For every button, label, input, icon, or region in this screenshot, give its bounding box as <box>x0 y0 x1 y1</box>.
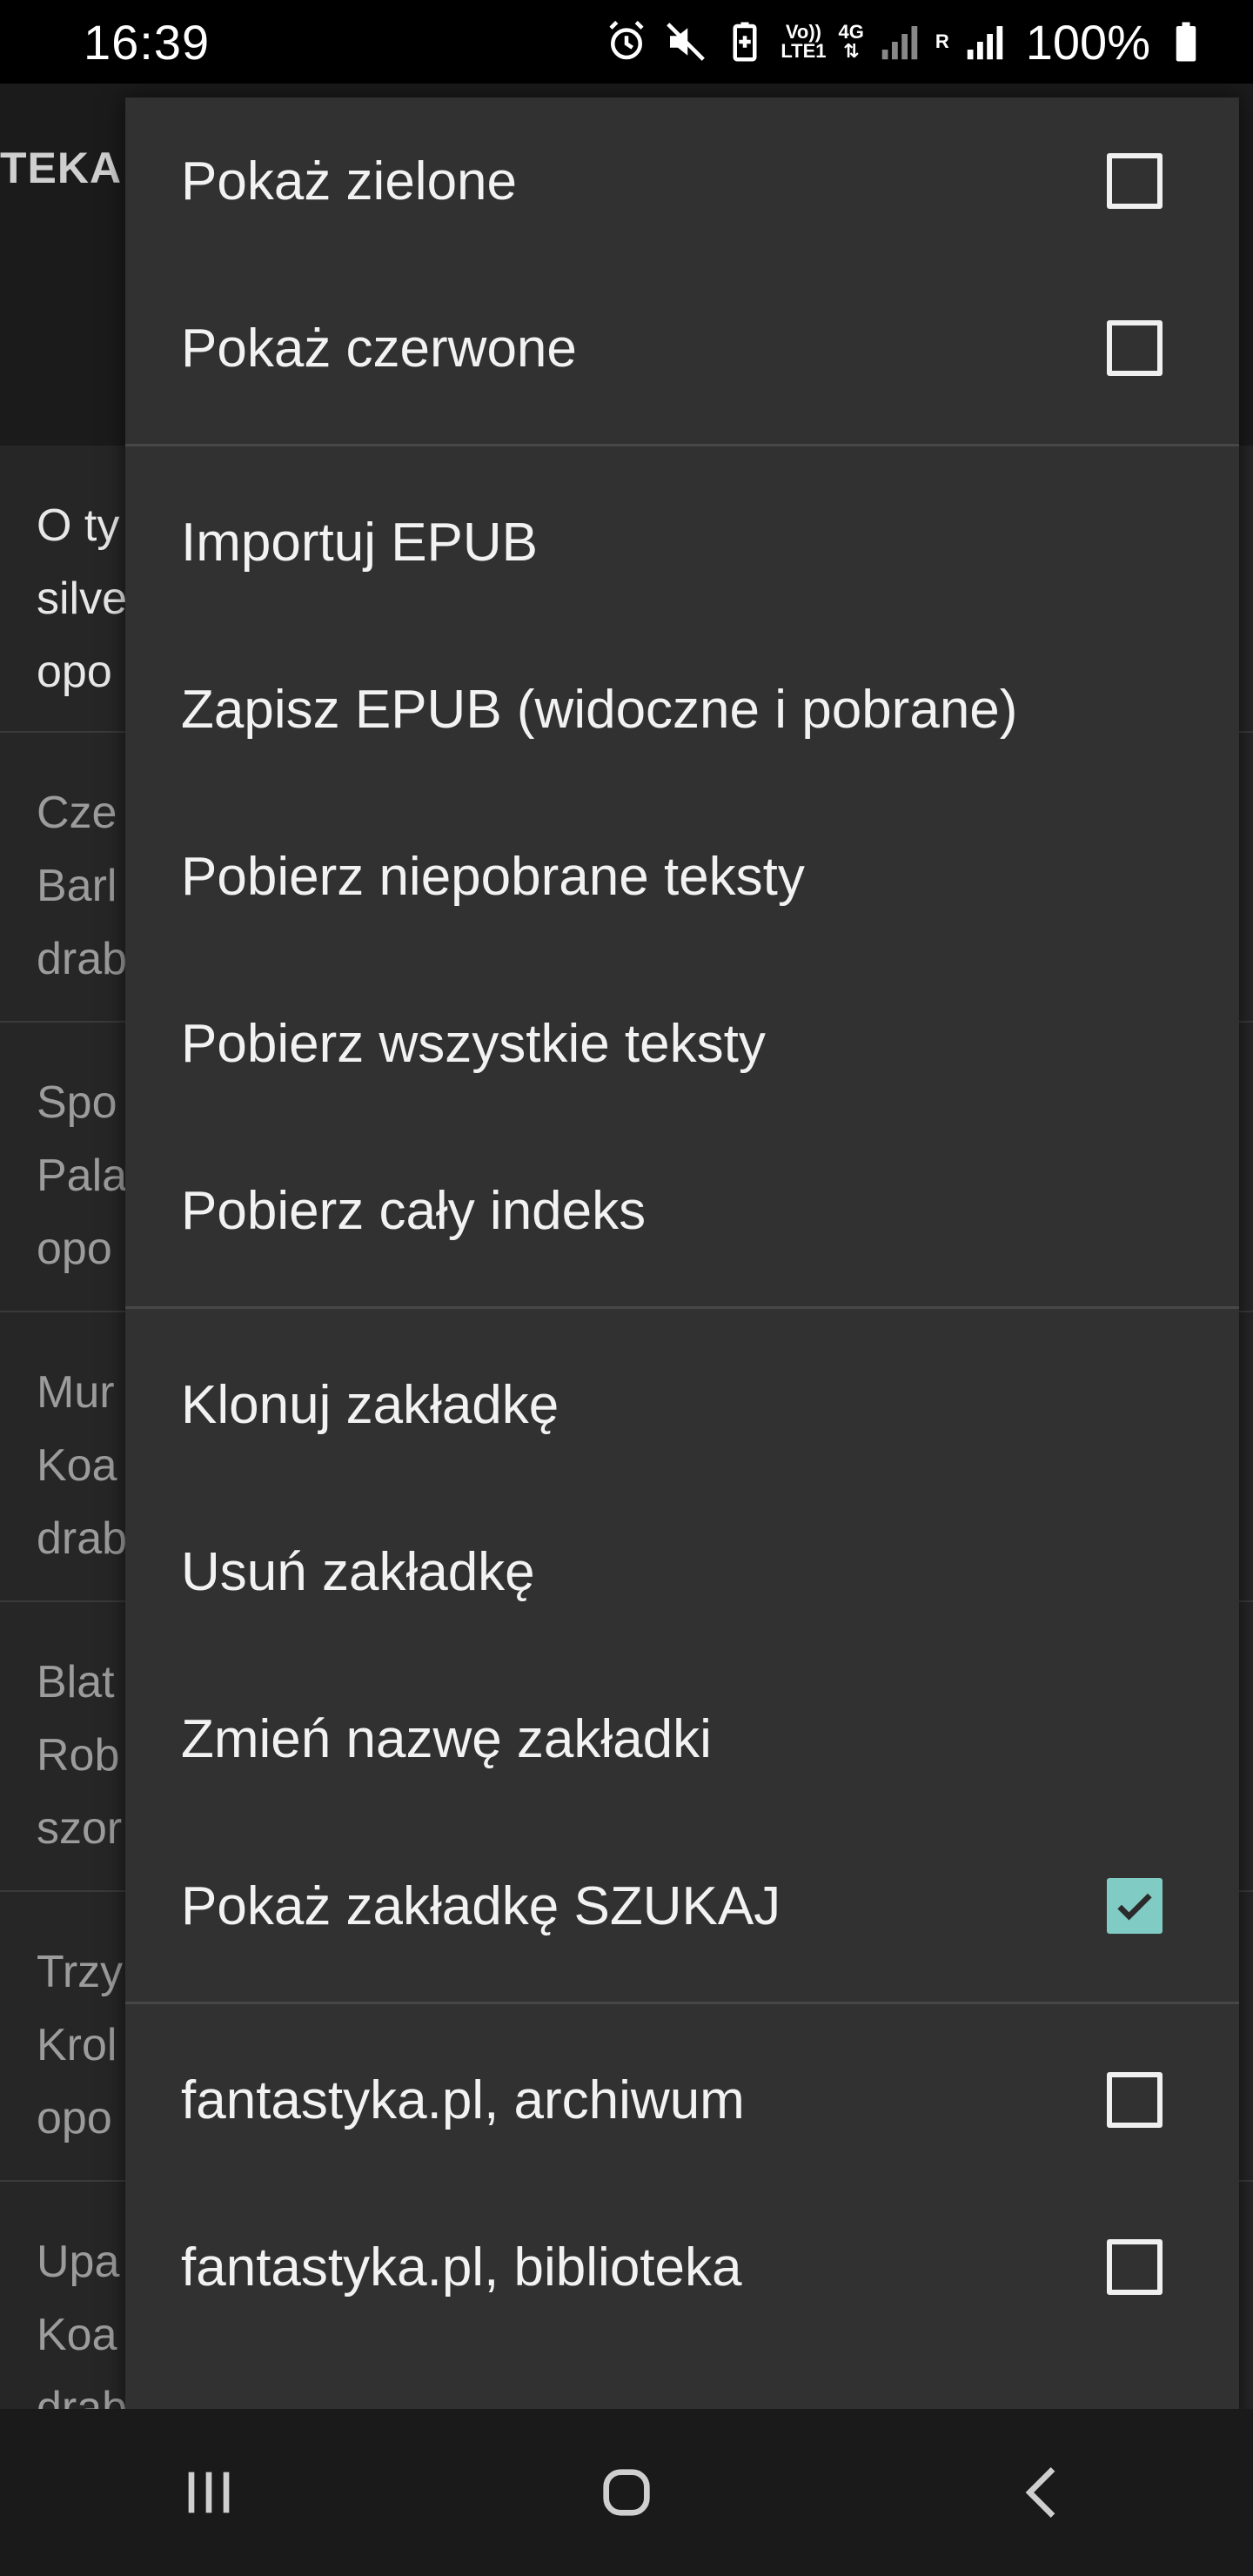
menu-item-label: Pokaż czerwone <box>181 318 577 379</box>
menu-item-label: Pobierz wszystkie teksty <box>181 1013 766 1074</box>
battery-saver-icon <box>721 18 768 65</box>
roaming-indicator: R <box>935 32 949 51</box>
show-search-tab-checkbox[interactable] <box>1107 1878 1163 1934</box>
menu-item-download-missing-texts[interactable]: Pobierz niepobrane teksty <box>125 793 1239 960</box>
mute-icon <box>662 18 709 65</box>
menu-divider <box>125 2002 1239 2004</box>
menu-divider <box>125 1306 1239 1309</box>
home-icon <box>603 2469 650 2516</box>
signal-icon <box>962 18 1008 65</box>
menu-item-clone-tab[interactable]: Klonuj zakładkę <box>125 1321 1239 1488</box>
back-button[interactable] <box>975 2440 1114 2545</box>
menu-item-show-red[interactable]: Pokaż czerwone <box>125 265 1239 432</box>
menu-item-label: Pokaż zielone <box>181 151 518 211</box>
recent-apps-button[interactable] <box>139 2440 278 2545</box>
menu-item-delete-tab[interactable]: Usuń zakładkę <box>125 1488 1239 1655</box>
menu-item-rename-tab[interactable]: Zmień nazwę zakładki <box>125 1655 1239 1822</box>
signal-icon <box>876 18 923 65</box>
recent-apps-icon <box>188 2472 230 2513</box>
volte-label-bottom: LTE1 <box>781 40 827 62</box>
menu-divider <box>125 444 1239 446</box>
fantastyka-archive-checkbox[interactable] <box>1107 2072 1163 2128</box>
fantastyka-library-checkbox[interactable] <box>1107 2239 1163 2295</box>
back-icon <box>1025 2466 1055 2519</box>
menu-item-label: Importuj EPUB <box>181 512 539 573</box>
menu-item-download-full-index[interactable]: Pobierz cały indeks <box>125 1127 1239 1294</box>
roaming-label: R <box>935 30 949 52</box>
menu-item-label: Zapisz EPUB (widoczne i pobrane) <box>181 679 1018 740</box>
checkmark-icon <box>1117 1893 1152 1921</box>
volte-label-top: Vo)) <box>785 21 821 43</box>
network-indicator: 4G ⇅ <box>839 23 864 61</box>
menu-item-label: Zmień nazwę zakładki <box>181 1708 712 1769</box>
menu-item-download-all-texts[interactable]: Pobierz wszystkie teksty <box>125 960 1239 1127</box>
show-red-checkbox[interactable] <box>1107 320 1163 376</box>
menu-item-fantastyka-archive[interactable]: fantastyka.pl, archiwum <box>125 2016 1239 2184</box>
battery-icon <box>1163 18 1209 65</box>
tab-biblioteka[interactable]: TEKA <box>0 143 122 193</box>
overflow-menu: Pokaż zielone Pokaż czerwone Importuj EP… <box>125 97 1239 2576</box>
menu-item-label: Klonuj zakładkę <box>181 1374 559 1435</box>
volte-indicator: Vo)) LTE1 <box>781 23 826 61</box>
status-icons: Vo)) LTE1 4G ⇅ R 100% <box>603 14 1209 70</box>
home-button[interactable] <box>557 2440 696 2545</box>
battery-percent: 100% <box>1025 14 1150 70</box>
navigation-bar <box>0 2409 1253 2576</box>
network-label: 4G <box>838 21 864 43</box>
menu-item-label: Pobierz cały indeks <box>181 1180 647 1241</box>
screen: 16:39 Vo)) LTE1 4G ⇅ R 100% TEKA O ty si… <box>0 0 1253 2576</box>
menu-item-fantastyka-library[interactable]: fantastyka.pl, biblioteka <box>125 2184 1239 2351</box>
menu-item-label: Pobierz niepobrane teksty <box>181 846 805 907</box>
status-bar: 16:39 Vo)) LTE1 4G ⇅ R 100% <box>0 0 1253 84</box>
menu-item-label: Usuń zakładkę <box>181 1541 535 1602</box>
menu-item-save-epub[interactable]: Zapisz EPUB (widoczne i pobrane) <box>125 626 1239 793</box>
menu-item-label: Pokaż zakładkę SZUKAJ <box>181 1875 781 1936</box>
alarm-icon <box>603 18 650 65</box>
data-arrows-icon: ⇅ <box>842 40 860 62</box>
menu-item-label: fantastyka.pl, biblioteka <box>181 2237 742 2298</box>
menu-item-import-epub[interactable]: Importuj EPUB <box>125 459 1239 626</box>
menu-item-show-search-tab[interactable]: Pokaż zakładkę SZUKAJ <box>125 1822 1239 1989</box>
show-green-checkbox[interactable] <box>1107 153 1163 209</box>
status-time: 16:39 <box>84 14 211 70</box>
menu-item-label: fantastyka.pl, archiwum <box>181 2070 745 2130</box>
menu-item-show-green[interactable]: Pokaż zielone <box>125 97 1239 265</box>
